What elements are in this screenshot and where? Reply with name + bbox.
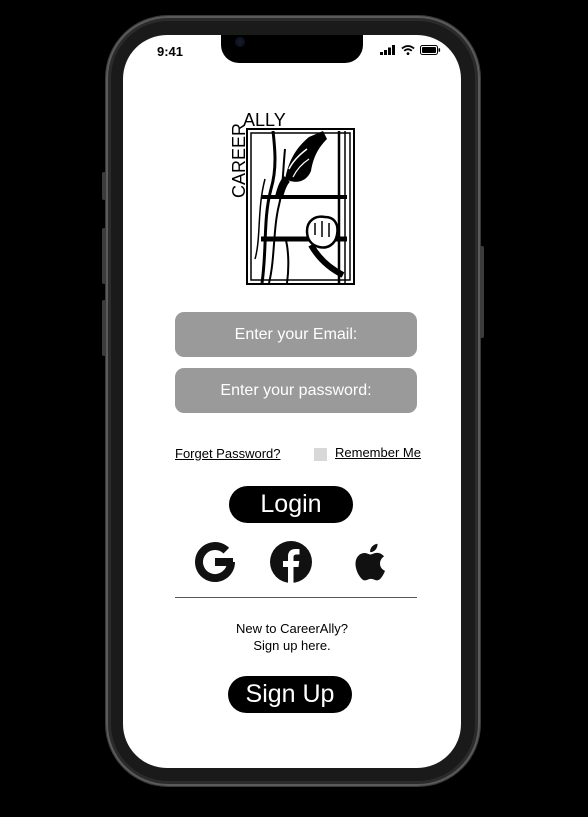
wifi-icon [401, 45, 415, 55]
remember-me-label[interactable]: Remember Me [335, 445, 421, 460]
password-input[interactable]: Enter your password: [175, 368, 417, 413]
signup-prompt: New to CareerAlly? Sign up here. [192, 620, 392, 654]
login-button[interactable]: Login [229, 486, 353, 523]
signup-prompt-line2[interactable]: Sign up here. [192, 637, 392, 654]
signal-icon [380, 45, 395, 55]
camera [235, 37, 245, 47]
signup-button[interactable]: Sign Up [228, 676, 352, 713]
forget-password-link[interactable]: Forget Password? [175, 446, 281, 461]
email-input[interactable]: Enter your Email: [175, 312, 417, 357]
phone-screen: 9:41 CAREER ALLY Enter your Email: Enter… [123, 35, 461, 768]
mute-switch [102, 172, 106, 200]
divider [175, 597, 417, 598]
apple-icon[interactable] [349, 540, 393, 584]
facebook-icon[interactable] [269, 540, 313, 584]
battery-icon [420, 45, 441, 55]
google-icon[interactable] [193, 540, 237, 584]
careerally-logo: CAREER ALLY [229, 110, 355, 285]
status-time: 9:41 [157, 44, 184, 59]
volume-up-button [102, 228, 106, 284]
remember-me-checkbox[interactable] [314, 448, 327, 461]
status-icons [380, 45, 441, 55]
logo-word-ally: ALLY [243, 110, 286, 130]
notch [221, 35, 363, 63]
power-button [480, 246, 484, 338]
signup-prompt-line1: New to CareerAlly? [236, 621, 348, 636]
volume-down-button [102, 300, 106, 356]
